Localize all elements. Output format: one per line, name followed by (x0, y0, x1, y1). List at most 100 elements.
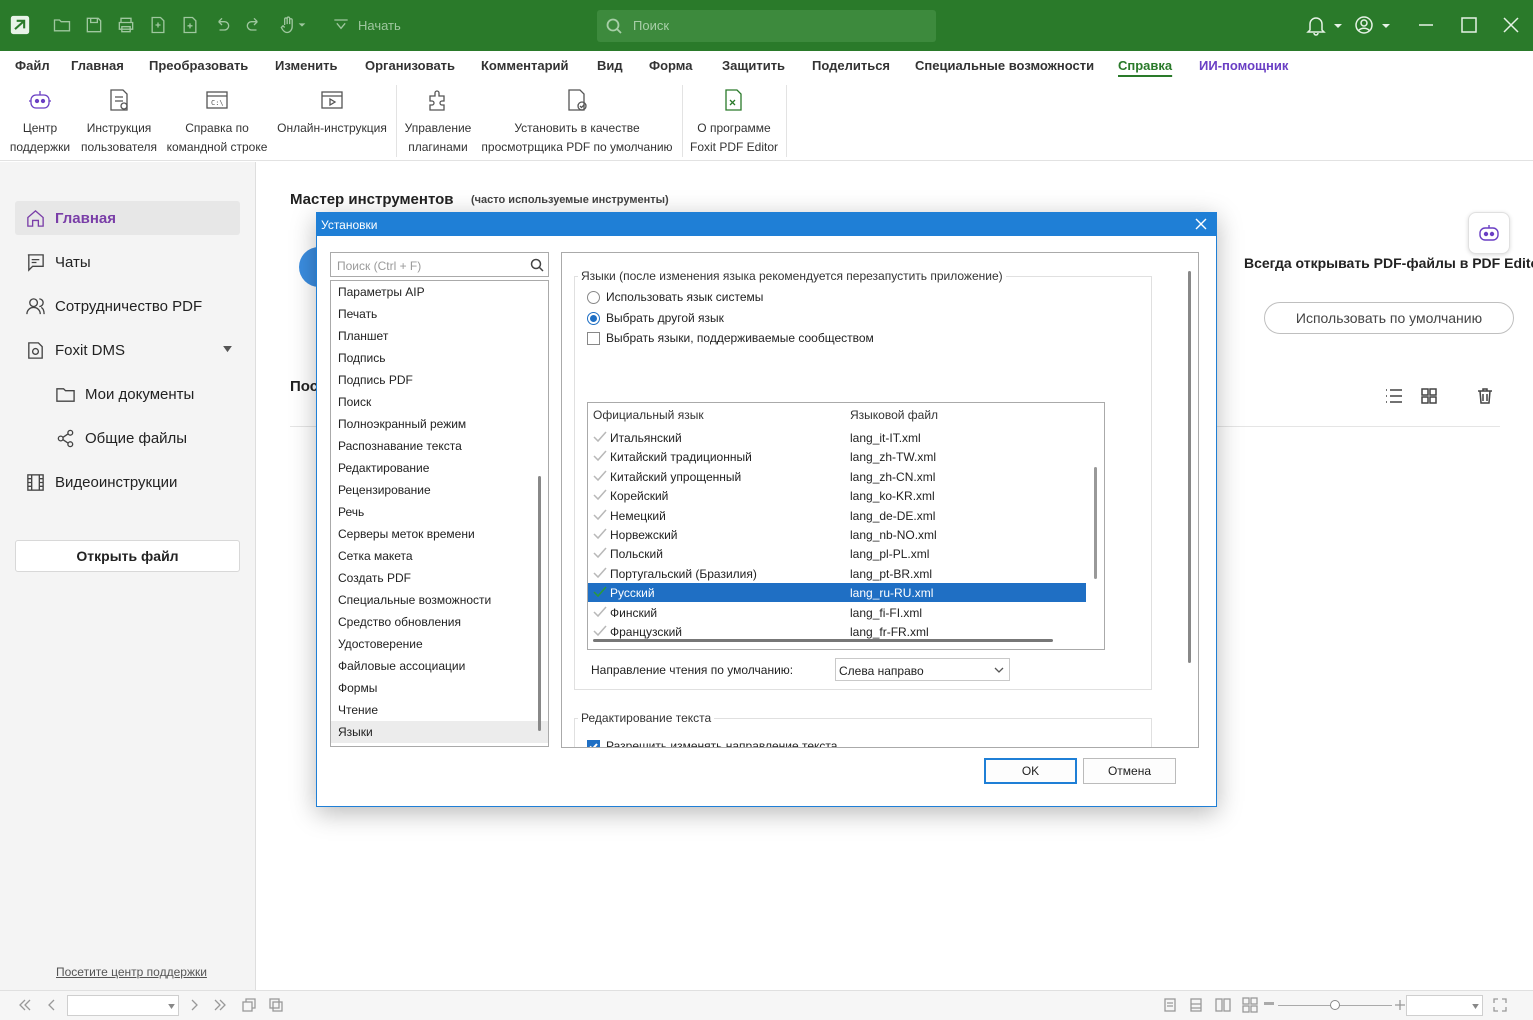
sidebar-item-video-guides[interactable]: Видеоинструкции (15, 465, 240, 499)
single-page-icon[interactable] (1162, 997, 1180, 1015)
sidebar-item-my-documents[interactable]: Мои документы (45, 377, 240, 411)
first-page-icon[interactable] (16, 997, 34, 1015)
about-button[interactable]: О программе Foxit PDF Editor (686, 81, 782, 159)
zoom-out-icon[interactable] (1264, 1002, 1274, 1005)
last-page-icon[interactable] (213, 997, 231, 1015)
manage-plugins-button[interactable]: Управление плагинами (400, 81, 476, 159)
sidebar-item-shared-files[interactable]: Общие файлы (45, 421, 240, 455)
category-item[interactable]: Распознавание текста (331, 435, 548, 457)
zoom-level-input[interactable] (1406, 995, 1483, 1016)
export-icon[interactable] (146, 13, 170, 37)
column-header-file[interactable]: Языковой файл (850, 408, 938, 422)
category-item[interactable]: Редактирование (331, 457, 548, 479)
category-search-input[interactable]: Поиск (Ctrl + F) (330, 252, 549, 277)
previous-page-icon[interactable] (44, 997, 62, 1015)
cancel-button[interactable]: Отмена (1083, 758, 1176, 784)
horizontal-scrollbar[interactable] (593, 639, 1053, 642)
ok-button[interactable]: OK (984, 758, 1077, 784)
tab-view[interactable]: Вид (597, 58, 623, 73)
tab-organize[interactable]: Организовать (365, 58, 455, 73)
online-guide-button[interactable]: Онлайн-инструкция (274, 81, 390, 159)
redo-icon[interactable] (242, 13, 266, 37)
close-window-icon[interactable] (1500, 14, 1522, 36)
category-item[interactable]: Подпись PDF (331, 369, 548, 391)
language-row[interactable]: Польский lang_pl-PL.xml (588, 544, 1086, 563)
bell-icon[interactable] (1305, 14, 1327, 36)
category-item-selected[interactable]: Языки (331, 721, 548, 743)
tab-accessibility[interactable]: Специальные возможности (915, 58, 1094, 73)
checkbox[interactable] (587, 331, 600, 345)
tab-protect[interactable]: Защитить (722, 58, 785, 73)
tab-form[interactable]: Форма (649, 58, 692, 73)
column-header-language[interactable]: Официальный язык (593, 408, 704, 422)
tab-help[interactable]: Справка (1118, 58, 1172, 73)
support-center-link[interactable]: Посетите центр поддержки (56, 965, 207, 979)
start-label[interactable]: Начать (358, 18, 401, 33)
tab-home[interactable]: Главная (71, 58, 124, 73)
list-view-icon[interactable] (1384, 386, 1406, 408)
sidebar-item-home[interactable]: Главная (15, 201, 240, 235)
language-row[interactable]: Итальянский lang_it-IT.xml (588, 428, 1086, 447)
language-row[interactable]: Китайский упрощенный lang_zh-CN.xml (588, 467, 1086, 486)
next-page-icon[interactable] (186, 997, 204, 1015)
language-row[interactable]: Португальский (Бразилия) lang_pt-BR.xml (588, 564, 1086, 583)
category-item[interactable]: Средство обновления (331, 611, 548, 633)
trash-icon[interactable] (1475, 386, 1497, 408)
save-icon[interactable] (82, 13, 106, 37)
tab-ai-assistant[interactable]: ИИ-помощник (1199, 58, 1288, 73)
set-default-viewer-button[interactable]: Установить в качестве просмотрщика PDF п… (478, 81, 676, 159)
ai-assistant-button[interactable] (1468, 212, 1510, 254)
minimize-icon[interactable] (1415, 14, 1437, 36)
grid-view-icon[interactable] (1419, 386, 1441, 408)
category-item[interactable]: Чтение (331, 699, 548, 721)
category-item[interactable]: Формы (331, 677, 548, 699)
category-item[interactable]: Печать (331, 303, 548, 325)
choose-other-language-option[interactable]: Выбрать другой язык (587, 311, 724, 325)
continuous-page-icon[interactable] (1188, 997, 1206, 1015)
language-row[interactable]: Немецкий lang_de-DE.xml (588, 506, 1086, 525)
page-number-input[interactable] (67, 995, 179, 1016)
category-item[interactable]: Подпись (331, 347, 548, 369)
radio-button-selected[interactable] (587, 311, 600, 325)
category-item[interactable]: Рецензирование (331, 479, 548, 501)
category-item[interactable]: Полноэкранный режим (331, 413, 548, 435)
scrollbar[interactable] (1188, 271, 1191, 663)
language-row[interactable]: Китайский традиционный lang_zh-TW.xml (588, 447, 1086, 466)
language-row[interactable]: Финский lang_fi-FI.xml (588, 603, 1086, 622)
open-file-button[interactable]: Открыть файл (15, 540, 240, 572)
category-item[interactable]: Параметры AIP (331, 281, 548, 303)
print-icon[interactable] (114, 13, 138, 37)
category-item[interactable]: Создать PDF (331, 567, 548, 589)
tab-share[interactable]: Поделиться (812, 58, 890, 73)
open-folder-icon[interactable] (50, 13, 74, 37)
language-row[interactable]: Норвежский lang_nb-NO.xml (588, 525, 1086, 544)
sidebar-item-collaboration[interactable]: Сотрудничество PDF (15, 289, 240, 323)
scrollbar[interactable] (1094, 467, 1097, 579)
checkbox-checked[interactable] (587, 739, 600, 747)
community-languages-option[interactable]: Выбрать языки, поддерживаемые сообщество… (587, 331, 874, 345)
tab-file[interactable]: Файл (15, 58, 50, 73)
facing-pages-icon[interactable] (1215, 997, 1233, 1015)
expand-icon[interactable] (223, 346, 232, 353)
language-row[interactable]: Корейский lang_ko-KR.xml (588, 486, 1086, 505)
category-item[interactable]: Сетка макета (331, 545, 548, 567)
allow-direction-option[interactable]: Разрешить изменять направление текста (587, 739, 837, 747)
user-guide-button[interactable]: Инструкция пользователя (80, 81, 158, 159)
reading-direction-select[interactable]: Слева направо (835, 658, 1010, 681)
category-item[interactable]: Речь (331, 501, 548, 523)
search-box[interactable]: Поиск (597, 10, 936, 42)
tab-comment[interactable]: Комментарий (481, 58, 569, 73)
new-document-icon[interactable] (178, 13, 202, 37)
command-line-help-button[interactable]: C:\ Справка по командной строке (163, 81, 271, 159)
use-default-button[interactable]: Использовать по умолчанию (1264, 302, 1514, 334)
close-icon[interactable] (1194, 217, 1208, 231)
fullscreen-icon[interactable] (1492, 997, 1510, 1015)
radio-button[interactable] (587, 290, 600, 304)
undo-icon[interactable] (210, 13, 234, 37)
support-center-button[interactable]: Центр поддержки (6, 81, 74, 159)
category-item[interactable]: Планшет (331, 325, 548, 347)
account-dropdown-icon[interactable] (1380, 14, 1392, 36)
sidebar-item-foxit-dms[interactable]: Foxit DMS (15, 333, 240, 367)
category-item[interactable]: Удостоверение (331, 633, 548, 655)
use-system-language-option[interactable]: Использовать язык системы (587, 290, 763, 304)
